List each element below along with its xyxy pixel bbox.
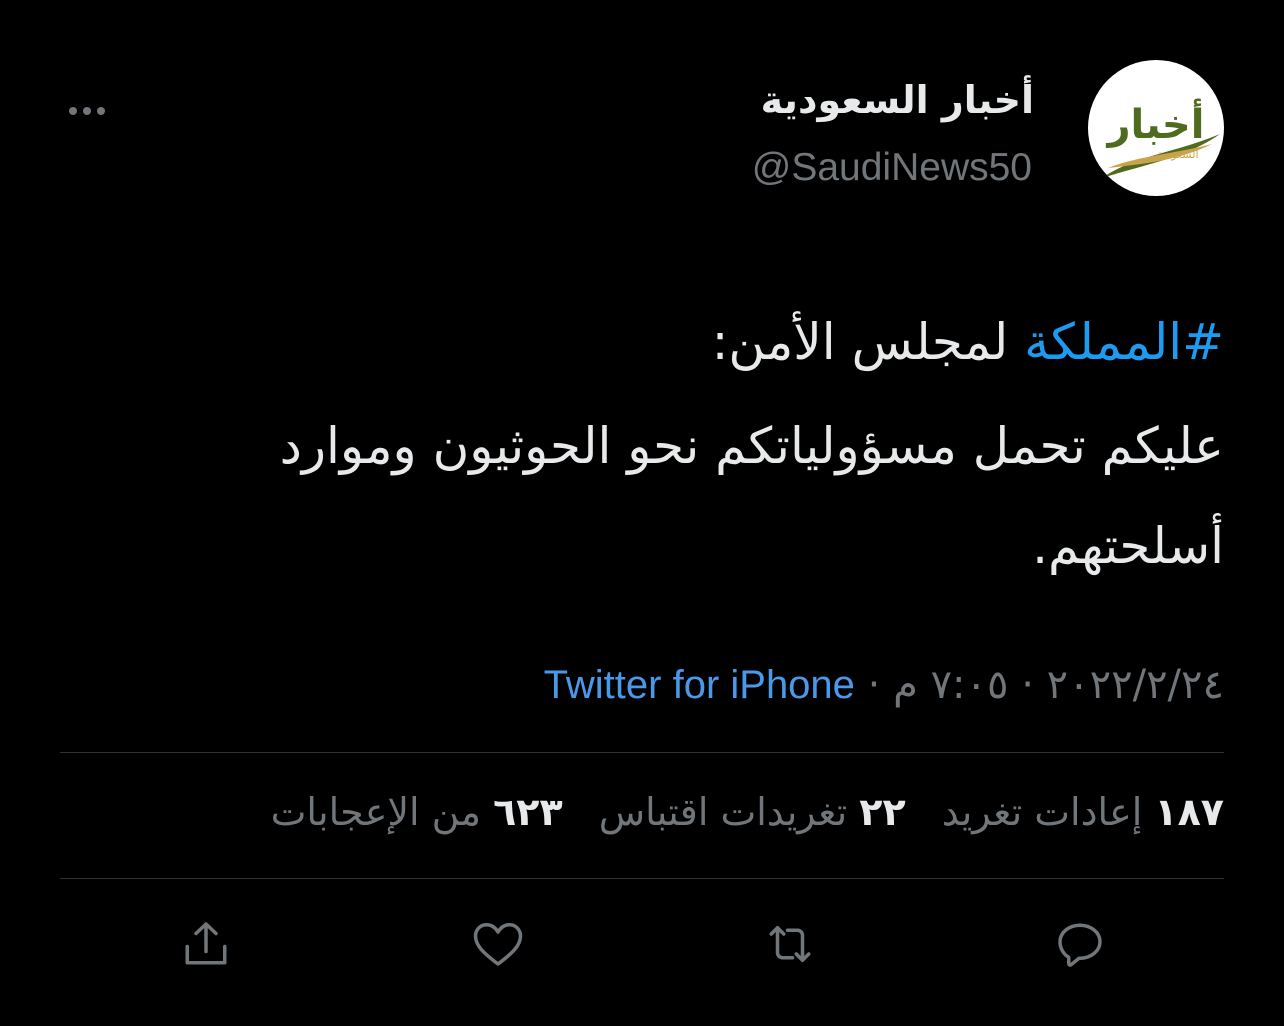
tweet-text-line-1: #المملكة لمجلس الأمن:: [84, 294, 1224, 390]
more-options-icon-dot: [97, 107, 105, 115]
retweet-icon: [769, 926, 811, 962]
share-icon: [185, 922, 227, 965]
likes-count: ٦٢٣: [493, 790, 563, 834]
tweet-text-line-2: عليكم تحمل مسؤولياتكم نحو الحوثيون وموار…: [279, 417, 1224, 575]
author-display-name[interactable]: أخبار السعودية: [761, 78, 1034, 122]
tweet-source-link[interactable]: Twitter for iPhone: [544, 663, 855, 707]
like-button[interactable]: [466, 912, 530, 976]
tweet-text-line-1-rest: لمجلس الأمن:: [711, 313, 1025, 371]
quotes-stat[interactable]: ٢٢ تغريدات اقتباس: [587, 790, 906, 834]
tweet-text: #المملكة لمجلس الأمن: عليكم تحمل مسؤوليا…: [84, 294, 1224, 596]
meta-separator-2: ·: [867, 662, 881, 708]
tweet-date[interactable]: ٢٠٢٢/٢/٢٤: [1047, 662, 1224, 708]
retweets-count: ١٨٧: [1154, 790, 1224, 834]
likes-label: من الإعجابات: [270, 790, 481, 834]
retweets-label: إعادات تغريد: [941, 790, 1143, 834]
quotes-label: تغريدات اقتباس: [598, 790, 848, 834]
retweet-button[interactable]: [758, 912, 822, 976]
reply-button[interactable]: [1048, 912, 1112, 976]
heart-icon: [473, 923, 523, 966]
quotes-count: ٢٢: [859, 790, 906, 834]
divider-bottom: [60, 878, 1224, 879]
tweet-stats: ١٨٧ إعادات تغريد ٢٢ تغريدات اقتباس ٦٢٣ م…: [247, 790, 1224, 834]
meta-separator-1: ·: [1021, 662, 1034, 708]
reply-icon: [1058, 923, 1102, 967]
more-options-icon: [69, 107, 77, 115]
author-handle[interactable]: @SaudiNews50: [752, 146, 1032, 190]
likes-stat[interactable]: ٦٢٣ من الإعجابات: [271, 790, 563, 834]
divider-top: [60, 752, 1224, 753]
hashtag-link[interactable]: #المملكة: [1024, 313, 1224, 371]
logo-text: أخبار: [1106, 98, 1205, 148]
saudi-news-logo-icon: أخبار السعودية: [1102, 98, 1220, 178]
tweet-time[interactable]: ٧:٠٥ م: [893, 662, 1008, 708]
tweet-metadata: ٢٠٢٢/٢/٢٤ · ٧:٠٥ م · Twitter for iPhone: [544, 662, 1224, 708]
author-avatar[interactable]: أخبار السعودية: [1088, 60, 1224, 196]
more-options-icon-dot: [83, 107, 91, 115]
more-options-button[interactable]: [64, 100, 110, 122]
retweets-stat[interactable]: ١٨٧ إعادات تغريد: [930, 790, 1224, 834]
share-button[interactable]: [174, 912, 238, 976]
